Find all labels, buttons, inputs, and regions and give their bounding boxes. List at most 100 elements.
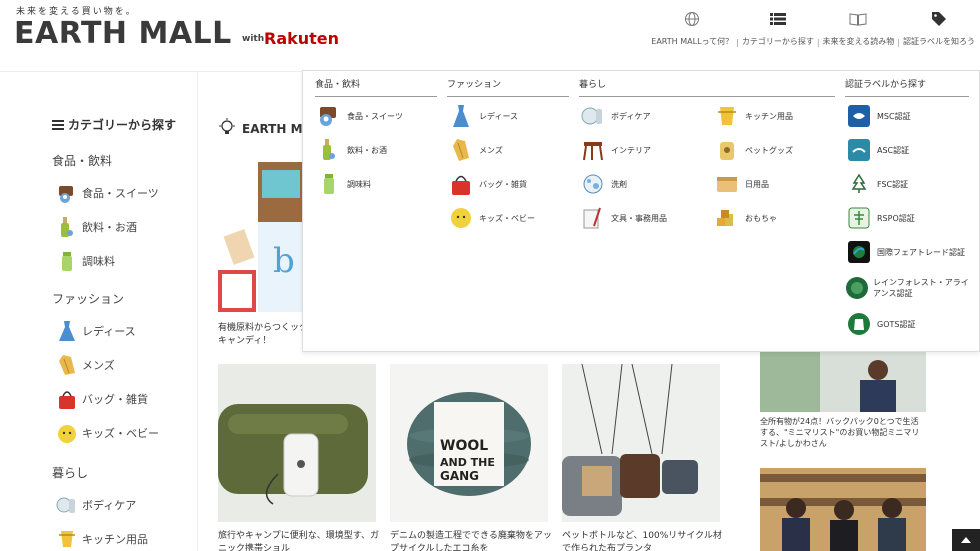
arrow-up-icon: [961, 537, 971, 543]
fsc-logo-icon: [845, 171, 873, 197]
menu-item-mens[interactable]: メンズ: [447, 137, 503, 163]
scroll-to-top-button[interactable]: [952, 529, 980, 551]
menu-item-rainforest[interactable]: レインフォレスト・アライアンス認証: [845, 275, 973, 301]
menu-icon: [52, 119, 64, 130]
menu-item-label: ペットグッズ: [745, 145, 793, 155]
sidebar-item-bodycare[interactable]: ボディケア: [54, 492, 136, 518]
nav-about-label: EARTH MALLって何？: [651, 37, 734, 46]
menu-item-ladies[interactable]: レディース: [447, 103, 518, 129]
msc-logo-icon: [845, 103, 873, 129]
book-icon: [849, 10, 867, 28]
category-mega-menu: 食品・飲料 ファッション 暮らし 認証ラベルから探す 食品・スイーツ 飲料・お酒…: [302, 70, 980, 352]
menu-item-seasoning[interactable]: 調味料: [315, 171, 371, 197]
sidebar-item-kids[interactable]: キッズ・ベビー: [54, 420, 159, 446]
article-image: [760, 468, 926, 551]
sidebar-item-seasoning[interactable]: 調味料: [54, 248, 115, 274]
menu-item-daily[interactable]: 日用品: [713, 171, 769, 197]
sidebar-item-kitchen[interactable]: キッチン用品: [54, 526, 148, 551]
menu-item-label: ASC認証: [877, 145, 910, 155]
menu-item-fairtrade[interactable]: 国際フェアトレード認証: [845, 239, 973, 265]
menu-item-label: FSC認証: [877, 179, 909, 189]
card-caption: デニムの製造工程でできる廃棄物をアップサイクルしたエコ糸を: [390, 531, 552, 551]
category-sidebar: カテゴリーから探す 食品・飲料 食品・スイーツ 飲料・お酒 調味料 ファッション…: [0, 72, 198, 551]
pet-icon: [713, 137, 741, 163]
feature-product-image[interactable]: b: [218, 162, 304, 312]
bag-icon: [54, 386, 80, 412]
sidebar-item-ladies[interactable]: レディース: [54, 318, 136, 344]
menu-item-label: 国際フェアトレード認証: [877, 247, 965, 257]
sidebar-item-mens[interactable]: メンズ: [54, 352, 115, 378]
logo[interactable]: EARTH MALL: [14, 16, 232, 51]
dress-icon: [447, 103, 475, 129]
menu-item-kids[interactable]: キッズ・ベビー: [447, 205, 535, 231]
article-card[interactable]: WOOL AND THE GANG デニムの製造工程でできる廃棄物をアップサイク…: [390, 364, 552, 551]
menu-column-cert: 認証ラベルから探す: [845, 77, 969, 97]
svg-text:AND THE: AND THE: [440, 456, 495, 469]
menu-item-msc[interactable]: MSC認証: [845, 103, 911, 129]
menu-item-label: MSC認証: [877, 111, 911, 121]
menu-item-label: 日用品: [745, 179, 769, 189]
article-image: [760, 352, 926, 416]
menu-column-living: 暮らし: [579, 77, 835, 97]
sidebar-item-label: レディース: [82, 325, 136, 338]
sidebar-item-food-sweets[interactable]: 食品・スイーツ: [54, 180, 159, 206]
bag-icon: [447, 171, 475, 197]
sidebar-group-food[interactable]: 食品・飲料: [52, 152, 112, 169]
sidebar-item-label: キッズ・ベビー: [82, 427, 159, 440]
menu-item-food-sweets[interactable]: 食品・スイーツ: [315, 103, 403, 129]
svg-text:GANG: GANG: [440, 469, 479, 483]
menu-item-rspo[interactable]: RSPO認証: [845, 205, 915, 231]
svg-text:b: b: [273, 241, 295, 281]
sidebar-item-drinks[interactable]: 飲料・お酒: [54, 214, 137, 240]
feature-heading: EARTH MA: [218, 118, 312, 139]
menu-item-label: 飲料・お酒: [347, 145, 387, 155]
sidebar-title: カテゴリーから探す: [52, 116, 176, 133]
sweets-icon: [315, 103, 343, 129]
menu-item-label: バッグ・雑貨: [479, 179, 527, 189]
menu-item-toys[interactable]: おもちゃ: [713, 205, 777, 231]
sidebar-item-bags[interactable]: バッグ・雑貨: [54, 386, 148, 412]
lightbulb-icon: [218, 118, 236, 139]
rakuten-logo[interactable]: Rakuten: [264, 29, 339, 48]
menu-item-fsc[interactable]: FSC認証: [845, 171, 908, 197]
menu-item-kitchen[interactable]: キッチン用品: [713, 103, 793, 129]
menu-item-drinks[interactable]: 飲料・お酒: [315, 137, 387, 163]
feature-caption[interactable]: 有機原料からつくックキャンディ！: [218, 322, 308, 348]
menu-item-bodycare[interactable]: ボディケア: [579, 103, 650, 129]
top-nav: EARTH MALLって何？ | カテゴリーから探す | 未来を変える読み物 |…: [648, 10, 978, 47]
article-card-right[interactable]: 全所有物が24点！バックパック0とつで生活する、"ミニマリスト"のお買い物記ミニ…: [760, 352, 926, 449]
bodycare-icon: [579, 103, 607, 129]
article-card[interactable]: 旅行やキャンプに便利な、環境型す、ガニック携帯ショル: [218, 364, 380, 551]
nav-category[interactable]: カテゴリーから探す: [739, 10, 817, 47]
menu-item-label: レディース: [479, 111, 519, 121]
menu-item-label: 洗剤: [611, 179, 627, 189]
menu-item-label: インテリア: [611, 145, 651, 155]
asc-logo-icon: [845, 137, 873, 163]
daily-goods-icon: [713, 171, 741, 197]
menu-item-stationery[interactable]: 文具・事務用品: [579, 205, 667, 231]
menu-item-bags[interactable]: バッグ・雑貨: [447, 171, 527, 197]
shirt-icon: [447, 137, 475, 163]
sidebar-group-living[interactable]: 暮らし: [52, 464, 88, 481]
jar-icon: [54, 248, 80, 274]
article-card-right[interactable]: [760, 468, 926, 551]
sidebar-group-fashion[interactable]: ファッション: [52, 290, 124, 307]
menu-item-gots[interactable]: GOTS認証: [845, 311, 915, 337]
nav-about[interactable]: EARTH MALLって何？: [648, 10, 736, 47]
card-caption: ペットボトルなど、100%リサイクル材で作られた布プランタ: [562, 531, 722, 551]
nav-labels-label: 認証ラベルを知ろう: [903, 37, 975, 46]
menu-item-interior[interactable]: インテリア: [579, 137, 651, 163]
menu-item-asc[interactable]: ASC認証: [845, 137, 909, 163]
article-card[interactable]: ペットボトルなど、100%リサイクル材で作られた布プランタ: [562, 364, 724, 551]
card-image: [562, 364, 720, 522]
card-image: [218, 364, 376, 522]
menu-item-detergent[interactable]: 洗剤: [579, 171, 627, 197]
menu-column-fashion: ファッション: [447, 77, 569, 97]
menu-item-pet[interactable]: ペットグッズ: [713, 137, 793, 163]
nav-reading[interactable]: 未来を変える読み物: [820, 10, 898, 47]
bottle-icon: [315, 137, 343, 163]
svg-text:WOOL: WOOL: [440, 438, 488, 454]
menu-item-label: RSPO認証: [877, 213, 915, 223]
nav-labels[interactable]: 認証ラベルを知ろう: [900, 10, 978, 47]
card-caption: 旅行やキャンプに便利な、環境型す、ガニック携帯ショル: [218, 531, 380, 551]
